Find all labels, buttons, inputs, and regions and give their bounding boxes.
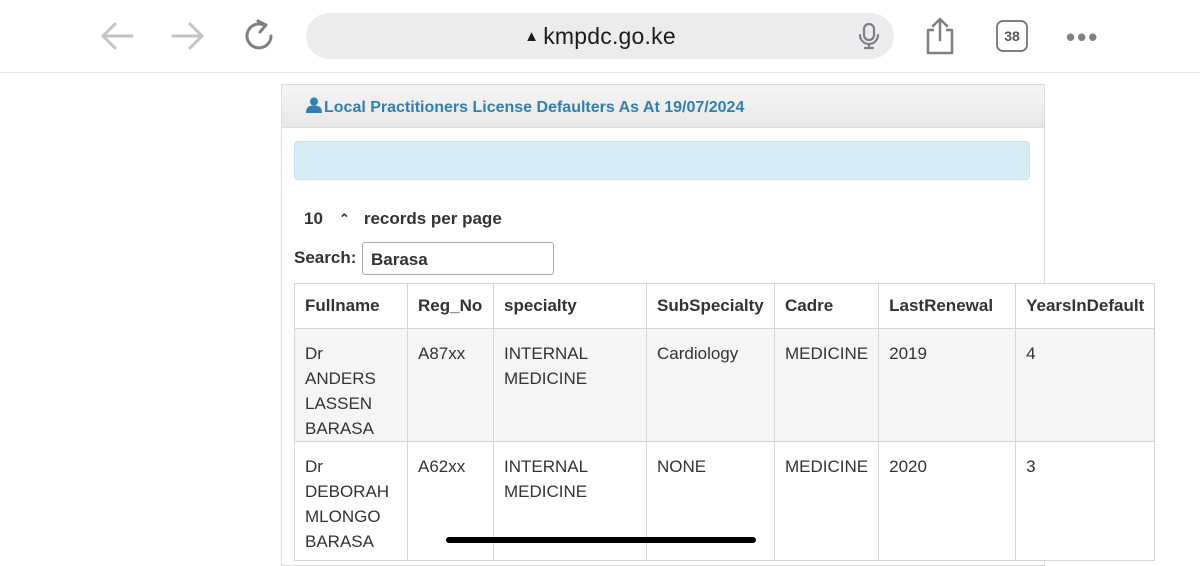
search-label: Search: <box>294 248 357 267</box>
fullname-cell: Dr DEBORAH MLONGO BARASA <box>294 441 408 561</box>
page-length-value[interactable]: 10 <box>304 209 323 228</box>
specialty-line: INTERNAL <box>504 457 589 476</box>
fullname-line: BARASA <box>305 419 374 438</box>
back-arrow-icon <box>101 22 134 50</box>
fullname-cell: Dr ANDERS LASSEN BARASA <box>294 328 408 442</box>
subspecialty-cell: Cardiology <box>646 328 775 442</box>
reload-icon <box>245 19 273 50</box>
column-header[interactable]: LastRenewal <box>878 283 1017 329</box>
more-icon: ••• <box>1066 22 1100 52</box>
fullname-line: BARASA <box>305 532 374 551</box>
home-indicator[interactable] <box>446 537 756 543</box>
table-row[interactable]: Dr ANDERS LASSEN BARASA A87xx INTERNAL M… <box>294 328 1156 442</box>
panel-heading: Local Practitioners License Defaulters A… <box>282 85 1044 128</box>
column-header[interactable]: YearsInDefault <box>1015 283 1156 329</box>
more-button[interactable]: ••• <box>1066 22 1099 53</box>
specialty-cell: INTERNAL MEDICINE <box>493 328 647 442</box>
fullname-line: Dr ANDERS <box>305 344 376 388</box>
years-in-default-cell: 4 <box>1015 328 1156 442</box>
url-text: kmpdc.go.ke <box>543 23 676 49</box>
column-header[interactable]: Fullname <box>294 283 408 329</box>
page-length-control[interactable]: 10 ⌃ records per page <box>304 209 502 229</box>
info-alert <box>294 141 1030 180</box>
search-input[interactable]: Barasa <box>362 242 554 275</box>
tab-count: 38 <box>1004 28 1020 44</box>
browser-toolbar: ▲ kmpdc.go.ke 38 ••• <box>0 0 1200 73</box>
tabs-button[interactable]: 38 <box>996 20 1028 52</box>
fullname-line: LASSEN <box>305 394 373 413</box>
panel-title: Local Practitioners License Defaulters A… <box>306 97 744 118</box>
warning-icon: ▲ <box>524 28 540 45</box>
microphone-icon <box>858 22 880 50</box>
fullname-line: MLONGO <box>305 507 381 526</box>
back-button[interactable] <box>97 18 137 54</box>
specialty-line: MEDICINE <box>504 482 588 501</box>
reload-button[interactable] <box>240 18 280 54</box>
column-header[interactable]: SubSpecialty <box>646 283 775 329</box>
select-arrows-icon[interactable]: ⌃ <box>339 211 350 227</box>
url-display[interactable]: ▲ kmpdc.go.ke <box>306 23 894 50</box>
column-header[interactable]: Reg_No <box>407 283 494 329</box>
reg-no-cell: A87xx <box>407 328 494 442</box>
cadre-cell: MEDICINE <box>773 328 880 442</box>
forward-button[interactable] <box>168 18 208 54</box>
years-in-default-cell: 3 <box>1015 441 1156 561</box>
cadre-cell: MEDICINE <box>773 441 880 561</box>
last-renewal-cell: 2020 <box>878 441 1017 561</box>
panel-title-text: Local Practitioners License Defaulters A… <box>324 99 745 116</box>
column-header[interactable]: specialty <box>493 283 647 329</box>
last-renewal-cell: 2019 <box>878 328 1017 442</box>
fullname-line: Dr <box>305 457 323 476</box>
person-icon <box>306 97 322 118</box>
specialty-line: INTERNAL <box>504 344 589 363</box>
microphone-button[interactable] <box>858 22 880 55</box>
table-header-row: Fullname Reg_No specialty SubSpecialty C… <box>294 283 1156 329</box>
column-header[interactable]: Cadre <box>773 283 880 329</box>
specialty-line: MEDICINE <box>504 369 588 388</box>
share-button[interactable] <box>922 16 958 61</box>
defaulters-table: Fullname Reg_No specialty SubSpecialty C… <box>294 283 1156 561</box>
forward-arrow-icon <box>171 22 204 50</box>
records-per-page-label: records per page <box>363 209 502 228</box>
fullname-line: DEBORAH <box>305 482 390 501</box>
share-icon <box>926 17 954 55</box>
address-bar[interactable]: ▲ kmpdc.go.ke <box>306 13 894 59</box>
